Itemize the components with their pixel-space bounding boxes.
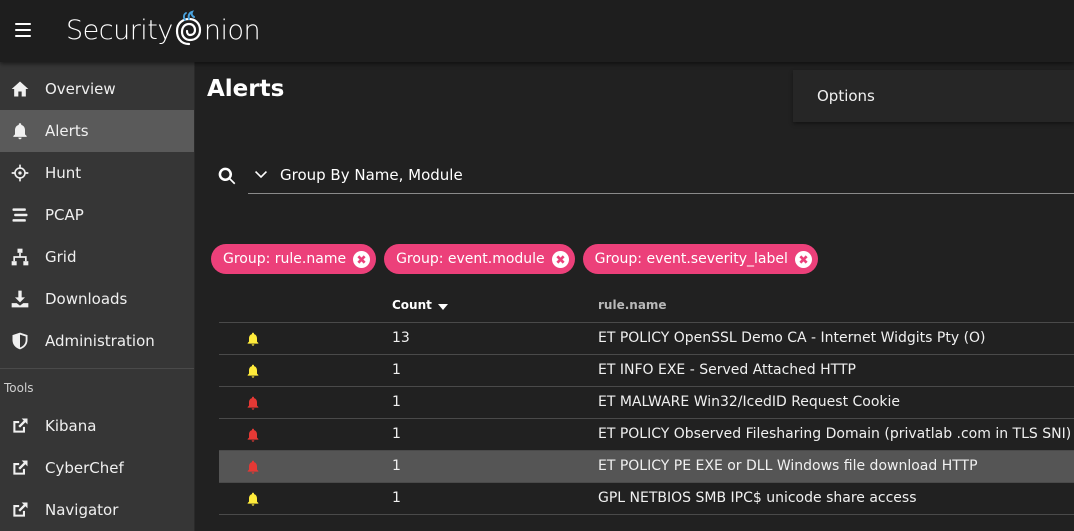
sidebar-item-label: Downloads — [45, 290, 128, 308]
table-row[interactable]: 1 ET POLICY PE EXE or DLL Windows file do… — [219, 451, 1074, 483]
brand-text-left: Security — [66, 14, 173, 46]
sidebar-item-label: Hunt — [45, 164, 82, 182]
alert-count: 13 — [392, 330, 410, 346]
rule-name: ET MALWARE Win32/IcedID Request Cookie — [598, 394, 901, 410]
bell-icon — [245, 427, 261, 443]
alert-count: 1 — [392, 394, 401, 410]
sidebar-item-label: Grid — [45, 248, 77, 266]
count-column-header[interactable]: Count — [392, 298, 448, 312]
onion-logo-icon — [175, 10, 201, 46]
rule-name: ET POLICY Observed Filesharing Domain (p… — [598, 426, 1072, 442]
rule-name-column-header[interactable]: rule.name — [598, 298, 667, 312]
sidebar-item-hunt[interactable]: Hunt — [0, 152, 194, 194]
table-row[interactable]: 13 ET POLICY OpenSSL Demo CA - Internet W… — [219, 323, 1074, 355]
sidebar-item-overview[interactable]: Overview — [0, 68, 194, 110]
options-panel[interactable]: Options — [793, 70, 1074, 122]
rule-name: ET INFO EXE - Served Attached HTTP — [598, 362, 856, 378]
group-chips: Group: rule.name Group: event.module Gro… — [211, 244, 818, 274]
external-link-icon — [10, 500, 30, 520]
alert-count: 1 — [392, 458, 401, 474]
close-icon[interactable] — [794, 250, 812, 268]
table-row[interactable]: 1 ET INFO EXE - Served Attached HTTP — [219, 355, 1074, 387]
sidebar-item-label: Overview — [45, 80, 116, 98]
bell-icon — [245, 459, 261, 475]
bell-icon — [245, 363, 261, 379]
sidebar-item-downloads[interactable]: Downloads — [0, 278, 194, 320]
bell-icon — [245, 395, 261, 411]
options-label: Options — [817, 87, 875, 105]
close-icon[interactable] — [353, 250, 371, 268]
sidebar-item-label: CyberChef — [45, 459, 124, 477]
sidebar-item-label: Administration — [45, 332, 155, 350]
rule-name: ET POLICY PE EXE or DLL Windows file dow… — [598, 458, 978, 474]
search-icon[interactable] — [217, 166, 237, 186]
group-chip: Group: event.severity_label — [582, 244, 818, 274]
sidebar-item-label: Kibana — [45, 417, 97, 435]
page-title: Alerts — [207, 76, 285, 102]
sitemap-icon — [10, 247, 30, 267]
sidebar-tool-navigator[interactable]: Navigator — [0, 489, 194, 531]
close-icon[interactable] — [551, 250, 569, 268]
table-header: Count rule.name — [219, 288, 1074, 323]
alert-count: 1 — [392, 426, 401, 442]
bell-icon — [245, 491, 261, 507]
shield-icon — [10, 331, 30, 351]
chip-label: Group: rule.name — [223, 251, 347, 267]
rule-name: GPL NETBIOS SMB IPC$ unicode share acces… — [598, 490, 917, 506]
group-chip: Group: rule.name — [211, 244, 377, 274]
table-row[interactable]: 1 GPL NETBIOS SMB IPC$ unicode share acce… — [219, 483, 1074, 515]
sidebar-item-administration[interactable]: Administration — [0, 320, 194, 362]
external-link-icon — [10, 416, 30, 436]
table-row[interactable]: 1 ET MALWARE Win32/IcedID Request Cookie — [219, 387, 1074, 419]
stream-icon — [10, 205, 30, 225]
chip-label: Group: event.severity_label — [594, 251, 788, 267]
query-input[interactable] — [280, 165, 1040, 184]
external-link-icon — [10, 458, 30, 478]
sort-desc-icon — [437, 304, 448, 310]
menu-icon[interactable] — [15, 23, 31, 37]
sidebar-item-label: Navigator — [45, 501, 119, 519]
sidebar-item-pcap[interactable]: PCAP — [0, 194, 194, 236]
crosshairs-icon — [10, 163, 30, 183]
rule-name: ET POLICY OpenSSL Demo CA - Internet Wid… — [598, 330, 986, 346]
alert-count: 1 — [392, 362, 401, 378]
tools-section-label: Tools — [4, 381, 34, 395]
sidebar-tool-kibana[interactable]: Kibana — [0, 405, 194, 447]
alert-count: 1 — [392, 490, 401, 506]
brand-text-right: nion — [203, 14, 261, 46]
sidebar-item-grid[interactable]: Grid — [0, 236, 194, 278]
chevron-down-icon[interactable] — [252, 165, 272, 185]
sidebar: Overview Alerts Hunt PCAP Grid Downloads — [0, 62, 195, 531]
chip-label: Group: event.module — [396, 251, 545, 267]
sidebar-item-alerts[interactable]: Alerts — [0, 110, 194, 152]
sidebar-tool-cyberchef[interactable]: CyberChef — [0, 447, 194, 489]
query-selector[interactable] — [248, 156, 1074, 194]
top-app-bar: Security nion — [0, 0, 1074, 62]
download-icon — [10, 289, 30, 309]
bell-icon — [245, 331, 261, 347]
bell-icon — [10, 121, 30, 141]
group-chip: Group: event.module — [384, 244, 575, 274]
main-content: Alerts Options Group: rule.name Group: e… — [195, 62, 1074, 531]
home-icon — [10, 79, 30, 99]
table-row[interactable]: 1 ET POLICY Observed Filesharing Domain (… — [219, 419, 1074, 451]
alerts-table: Count rule.name 13 ET POLICY OpenSSL Demo… — [219, 288, 1074, 515]
sidebar-item-label: PCAP — [45, 206, 84, 224]
brand-logo[interactable]: Security nion — [66, 8, 261, 52]
sidebar-item-label: Alerts — [45, 122, 89, 140]
